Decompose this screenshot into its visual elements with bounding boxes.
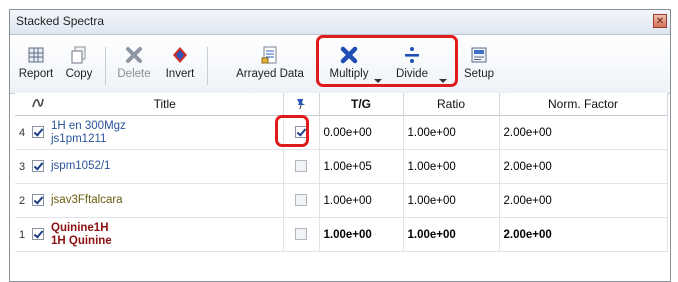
divide-icon [405,47,419,63]
row-number: 4 [15,115,29,150]
multiply-button[interactable]: Multiply [326,45,372,89]
table-row[interactable]: 3 jspm1052/1 1.00e+05 1.00e+00 2.00e+00 [15,149,668,184]
row-title-line: js1pm1211 [51,132,107,145]
tg-header[interactable]: T/G [319,93,404,116]
stacked-spectra-window: Stacked Spectra ✕ Report Copy Delete Inv… [9,9,671,282]
row-number: 2 [15,183,29,218]
toolbar-separator [207,47,208,85]
row-ratio-value[interactable]: 1.00e+00 [403,149,500,184]
row-ratio-value[interactable]: 1.00e+00 [403,217,500,252]
row-ratio-value[interactable]: 1.00e+00 [403,183,500,218]
table-row[interactable]: 1 Quinine1H 1H Quinine 1.00e+00 1.00e+00… [15,217,668,252]
report-icon [28,47,44,63]
row-title-line: 1H Quinine [51,234,112,247]
setup-label: Setup [463,68,495,80]
row-visible-checkbox[interactable] [32,228,44,241]
multiply-icon [340,46,358,64]
row-ratio-value[interactable]: 1.00e+00 [403,115,500,150]
row-pin-checkbox[interactable] [295,160,307,173]
table-header-row: Title T/G Ratio Norm. Factor [15,93,668,116]
invert-icon [173,47,187,63]
toolbar-separator [105,47,106,85]
divide-button[interactable]: Divide [390,45,434,89]
norm-factor-header[interactable]: Norm. Factor [499,93,668,116]
row-pin-checkbox[interactable] [295,194,307,207]
title-header[interactable]: Title [47,93,284,116]
window-title: Stacked Spectra [16,14,105,28]
row-visible-checkbox[interactable] [32,194,44,207]
row-tg-value[interactable]: 0.00e+00 [319,115,404,150]
visibility-header [29,93,47,116]
row-pin-checkbox[interactable] [295,228,307,241]
invert-label: Invert [165,68,195,80]
delete-label: Delete [117,68,151,80]
pin-header[interactable] [283,93,320,116]
ratio-header[interactable]: Ratio [403,93,500,116]
multiply-dropdown-icon[interactable] [374,79,382,83]
spectrum-icon [32,98,44,107]
report-label: Report [18,68,54,80]
row-tg-value[interactable]: 1.00e+05 [319,149,404,184]
report-button[interactable]: Report [16,45,56,89]
toolbar: Report Copy Delete Invert Arrayed Data M… [10,35,670,94]
delete-icon [126,47,142,63]
row-tg-value[interactable]: 1.00e+00 [319,183,404,218]
arrayed-data-button[interactable]: Arrayed Data [232,45,308,89]
invert-button[interactable]: Invert [159,45,201,89]
row-title-line: 1H en 300Mgz [51,119,126,132]
row-title[interactable]: 1H en 300Mgz js1pm1211 [47,115,284,150]
setup-button[interactable]: Setup [462,45,496,89]
close-icon[interactable]: ✕ [653,14,667,28]
row-title-line: jspm1052/1 [51,160,111,172]
row-number: 1 [15,217,29,252]
row-visible-checkbox[interactable] [32,126,44,139]
row-pin-checkbox[interactable] [295,126,307,139]
row-norm-factor-value[interactable]: 2.00e+00 [499,149,668,184]
setup-icon [471,47,487,63]
row-norm-factor-value[interactable]: 2.00e+00 [499,115,668,150]
row-title-line: jsav3Fftalcara [51,194,123,206]
row-norm-factor-value[interactable]: 2.00e+00 [499,217,668,252]
row-title[interactable]: jspm1052/1 [47,149,284,184]
divide-label: Divide [396,68,428,80]
row-norm-factor-value[interactable]: 2.00e+00 [499,183,668,218]
spectra-table: Title T/G Ratio Norm. Factor 4 1H en 300… [15,93,668,252]
table-row[interactable]: 2 jsav3Fftalcara 1.00e+00 1.00e+00 2.00e… [15,183,668,218]
title-bar: Stacked Spectra ✕ [10,10,670,35]
arrayed-data-icon [261,46,277,64]
divide-dropdown-icon[interactable] [439,79,447,83]
copy-button[interactable]: Copy [60,45,98,89]
row-tg-value[interactable]: 1.00e+00 [319,217,404,252]
row-title-line: Quinine1H [51,221,109,234]
table-row[interactable]: 4 1H en 300Mgz js1pm1211 0.00e+00 1.00e+… [15,115,668,150]
arrayed-data-label: Arrayed Data [236,68,304,80]
delete-button[interactable]: Delete [113,45,155,89]
copy-label: Copy [65,68,93,80]
row-title[interactable]: jsav3Fftalcara [47,183,284,218]
row-title[interactable]: Quinine1H 1H Quinine [47,217,284,252]
row-visible-checkbox[interactable] [32,160,44,173]
copy-icon [71,46,86,64]
rownum-header [15,93,29,116]
multiply-label: Multiply [329,68,369,80]
pin-icon [297,98,305,109]
row-number: 3 [15,149,29,184]
